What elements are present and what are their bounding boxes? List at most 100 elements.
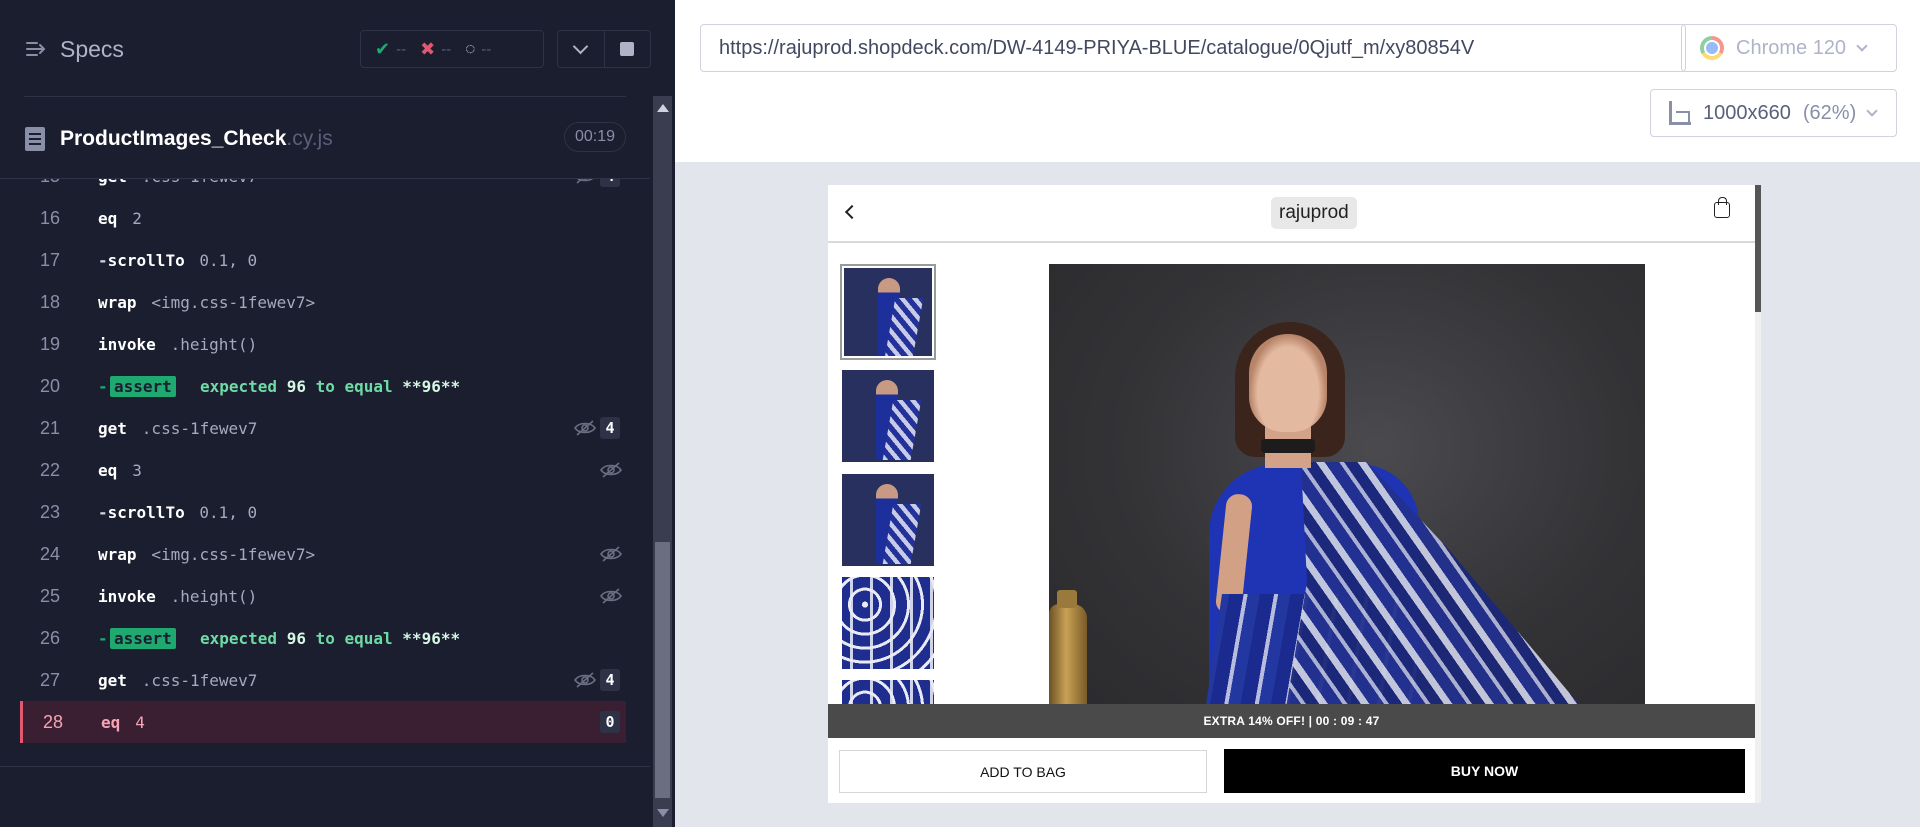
scroll-up-arrow-icon[interactable] <box>657 104 669 112</box>
command-number: 17 <box>40 249 61 270</box>
stop-button[interactable] <box>603 31 650 67</box>
saree-model-image <box>876 484 898 564</box>
element-count-badge: 0 <box>600 711 620 733</box>
command-name: get <box>98 670 127 690</box>
command-row[interactable]: 15 get .css-1fewev7 4 <box>20 179 626 197</box>
saree-model-image <box>878 278 900 356</box>
thumbnail-1[interactable] <box>840 264 936 360</box>
shopping-bag-icon[interactable] <box>1714 197 1730 218</box>
command-log: 15get.css-1fewev7416eq217scrollTo0.1, 01… <box>20 179 626 759</box>
purchase-bar: ADD TO BAG BUY NOW <box>828 738 1755 803</box>
expand-button[interactable] <box>558 31 604 67</box>
back-arrow-icon[interactable] <box>844 204 860 220</box>
scrollbar-thumb[interactable] <box>655 542 670 798</box>
divider <box>0 766 650 767</box>
thumbnail-2[interactable] <box>842 370 934 462</box>
shop-header: rajuprod <box>828 185 1755 243</box>
passed-stat: ✔ -- <box>375 39 406 60</box>
command-number: 15 <box>40 179 60 187</box>
document-icon <box>25 127 45 151</box>
command-number: 23 <box>40 501 61 522</box>
store-name[interactable]: rajuprod <box>1271 197 1357 229</box>
reporter-panel: Specs ✔ -- ✖ -- ◌ -- ProductImages_Check… <box>0 0 675 827</box>
hidden-eye-icon <box>600 462 622 478</box>
url-bar[interactable]: https://rajuprod.shopdeck.com/DW-4149-PR… <box>700 24 1686 72</box>
browser-selector[interactable]: Chrome 120 <box>1681 24 1897 72</box>
thumbnail-4[interactable] <box>842 577 934 669</box>
stop-icon <box>620 42 635 56</box>
saree-drape <box>1277 462 1577 724</box>
choker-necklace <box>1261 439 1315 453</box>
chevron-down-icon <box>1866 105 1878 117</box>
command-message: .css-1fewev7 <box>141 418 258 438</box>
command-message: .css-1fewev7 <box>142 179 258 186</box>
thumbnail-3[interactable] <box>842 474 934 566</box>
command-row[interactable]: 23 scrollTo 0.1, 0 <box>20 491 626 533</box>
shop-scrollbar-thumb[interactable] <box>1755 185 1761 312</box>
command-number: 22 <box>40 459 61 480</box>
command-row[interactable]: 22 eq 3 <box>20 449 626 491</box>
spec-file-row[interactable]: ProductImages_Check.cy.js 00:19 <box>0 97 650 179</box>
element-count-badge: 4 <box>600 417 620 439</box>
command-message: 3 <box>132 460 142 480</box>
offer-banner: EXTRA 14% OFF! | 00 : 09 : 47 <box>828 704 1755 738</box>
command-name: invoke <box>98 334 156 354</box>
assert-text: expected <box>200 628 287 648</box>
hidden-eye-icon <box>600 546 622 562</box>
app-under-test-panel: https://rajuprod.shopdeck.com/DW-4149-PR… <box>675 0 1920 827</box>
shop-scrollbar[interactable] <box>1755 185 1761 803</box>
assert-expected: **96** <box>402 628 461 648</box>
assert-text: to equal <box>305 628 403 648</box>
command-row[interactable]: 25 invoke .height() <box>20 575 626 617</box>
command-row[interactable]: 18 wrap <img.css-1fewev7> <box>20 281 626 323</box>
viewport-info[interactable]: 1000x660 (62%) <box>1650 89 1897 137</box>
command-row[interactable]: 28 eq 4 0 <box>20 701 626 743</box>
assert-actual: 96 <box>286 376 306 396</box>
run-controls <box>557 30 651 68</box>
aut-header: https://rajuprod.shopdeck.com/DW-4149-PR… <box>675 0 1920 162</box>
command-number: 21 <box>40 417 61 438</box>
chevron-down-icon <box>1856 40 1868 52</box>
command-name: invoke <box>98 586 156 606</box>
pending-count: -- <box>481 40 492 58</box>
command-row[interactable]: 21 get .css-1fewev7 4 <box>20 407 626 449</box>
child-dash: - <box>98 376 108 396</box>
command-number: 24 <box>40 543 61 564</box>
command-name: scrollTo <box>98 251 185 270</box>
spec-file-name: ProductImages_Check.cy.js <box>60 127 333 151</box>
command-row[interactable]: 27 get .css-1fewev7 4 <box>20 659 626 701</box>
toggle-specs-list-icon[interactable] <box>24 37 48 61</box>
command-name: eq <box>101 712 121 732</box>
command-number: 20 <box>40 375 61 396</box>
command-name: wrap <box>98 292 137 312</box>
buy-now-button[interactable]: BUY NOW <box>1224 749 1745 793</box>
command-message: .height() <box>170 586 258 606</box>
command-row[interactable]: 20 - assert expected 96 to equal **96** <box>20 365 626 407</box>
hidden-eye-icon <box>600 588 622 604</box>
assert-expected: **96** <box>402 376 461 396</box>
hidden-eye-icon <box>574 672 596 688</box>
command-row[interactable]: 16 eq 2 <box>20 197 626 239</box>
scroll-down-arrow-icon[interactable] <box>657 809 669 817</box>
specs-title[interactable]: Specs <box>60 36 124 63</box>
command-message: <img.css-1fewev7> <box>151 544 316 564</box>
command-row[interactable]: 24 wrap <img.css-1fewev7> <box>20 533 626 575</box>
reporter-scrollbar[interactable] <box>650 96 675 827</box>
product-main-image[interactable] <box>1049 264 1645 724</box>
command-name: eq <box>98 460 118 480</box>
command-row[interactable]: 17 scrollTo 0.1, 0 <box>20 239 626 281</box>
hidden-eye-icon <box>574 420 596 436</box>
add-to-bag-button[interactable]: ADD TO BAG <box>839 750 1207 793</box>
command-number: 19 <box>40 333 61 354</box>
model-face <box>1249 334 1327 432</box>
command-row[interactable]: 19 invoke .height() <box>20 323 626 365</box>
assert-tag: assert <box>110 375 176 397</box>
command-message: 2 <box>132 208 142 228</box>
element-count-badge: 4 <box>600 179 620 187</box>
thumbnail-list <box>840 264 936 772</box>
spec-file-basename: ProductImages_Check <box>60 127 287 150</box>
command-row[interactable]: 26 - assert expected 96 to equal **96** <box>20 617 626 659</box>
saree-model-image <box>876 380 898 460</box>
command-number: 28 <box>43 711 64 732</box>
child-dash: - <box>98 628 108 648</box>
